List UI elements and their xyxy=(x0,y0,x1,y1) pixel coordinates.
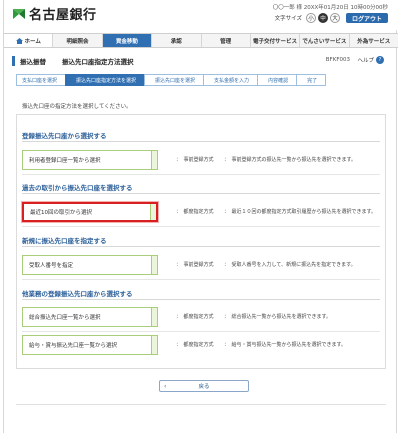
option-label: 総合振込先口座一覧から選択 xyxy=(29,315,101,321)
select-from-general-transfer-button[interactable]: 総合振込先口座一覧から選択 xyxy=(22,307,158,327)
option-row: 受取人番号を指定 ： 事前登録方式 ： 受取人番号を入力して、新規に振込先を指定… xyxy=(22,255,380,275)
specify-recipient-number-button[interactable]: 受取人番号を指定 xyxy=(22,255,158,275)
row-divider xyxy=(22,226,380,227)
nav-management[interactable]: 管理 xyxy=(202,34,251,47)
section-title-past-transactions: 過去の取引から振込先口座を選択する xyxy=(22,184,133,192)
page-title: 振込振替 xyxy=(20,58,46,66)
option-description: ： 事前登録方式の振込先一覧から振込先を選択できます。 xyxy=(224,157,357,163)
option-description: ： 給与・賞与振込先一覧から振込先を選択できます。 xyxy=(224,342,347,348)
nav-e-delivery[interactable]: 電子交付サービス xyxy=(251,34,301,47)
help-label: ヘルプ xyxy=(357,58,374,64)
step-2: 振込先口座指定方法を選択 xyxy=(65,74,146,86)
section-divider xyxy=(22,299,380,300)
section-title-registered: 登録振込先口座から選択する xyxy=(22,132,107,140)
page-subtitle: 振込先口座指定方法選択 xyxy=(62,58,134,66)
chevron-left-icon: ‹ xyxy=(164,383,167,390)
section-title-other-services: 他業務の登録振込先口座から選択する xyxy=(22,290,133,298)
top-header: 名古屋銀行 〇〇一郎 様 20XX年01月20日 10時00分00秒 文字サイズ… xyxy=(4,0,398,30)
user-info: 〇〇一郎 様 20XX年01月20日 10時00分00秒 xyxy=(272,5,388,11)
option-label: 受取人番号を指定 xyxy=(29,263,74,269)
row-divider xyxy=(22,174,380,175)
select-from-salary-bonus-button[interactable]: 給与・賞与振込先口座一覧から選択 xyxy=(22,335,158,355)
help-link[interactable]: ヘルプ ? xyxy=(357,56,384,64)
option-label: 利用者登録口座一覧から選択 xyxy=(29,158,101,164)
chevron-icon xyxy=(150,204,156,220)
option-label: 最近10回の取引から選択 xyxy=(30,210,92,216)
section-title-new: 新規に振込先口座を指定する xyxy=(22,237,107,245)
step-3: 振込先口座を選択 xyxy=(144,74,205,86)
back-label: 戻る xyxy=(198,384,210,390)
row-divider xyxy=(22,279,380,280)
step-4: 支払金額を入力 xyxy=(203,74,259,86)
nav-home[interactable]: ホーム xyxy=(4,34,54,47)
chevron-icon xyxy=(151,151,157,169)
section-divider xyxy=(22,193,380,194)
step-indicator: 支払口座を選択 振込先口座指定方法を選択 振込先口座を選択 支払金額を入力 内容… xyxy=(16,74,327,86)
global-nav: ホーム 明細照会 資金移動 承認 管理 電子交付サービス でんさいサービス 外為… xyxy=(4,33,398,48)
option-method: ： 事前登録方式 xyxy=(176,157,214,163)
back-button[interactable]: ‹ 戻る xyxy=(159,380,249,392)
logout-button[interactable]: ログアウト xyxy=(345,13,388,23)
bank-logo-icon xyxy=(12,6,26,21)
home-icon xyxy=(15,37,23,44)
font-size-large-button[interactable]: 大 xyxy=(329,13,340,23)
option-method: ： 都度指定方式 xyxy=(176,342,214,348)
section-divider xyxy=(22,246,380,247)
section-divider xyxy=(22,141,380,142)
option-method: ： 都度指定方式 xyxy=(176,314,214,320)
footer-divider xyxy=(16,404,386,405)
option-description: ： 総合振込先一覧から振込先を選択できます。 xyxy=(224,314,332,320)
chevron-icon xyxy=(151,308,157,326)
option-row: 給与・賞与振込先口座一覧から選択 ： 都度指定方式 ： 給与・賞与振込先一覧から… xyxy=(22,335,380,355)
nav-densai[interactable]: でんさいサービス xyxy=(300,34,350,47)
option-method: ： 事前登録方式 xyxy=(176,262,214,268)
nav-forex[interactable]: 外為サービス xyxy=(350,34,398,47)
chevron-icon xyxy=(151,336,157,354)
font-size-medium-button[interactable]: 中 xyxy=(317,13,328,23)
option-label: 給与・賞与振込先口座一覧から選択 xyxy=(29,343,118,349)
step-5: 内容確認 xyxy=(257,74,298,86)
bank-logo[interactable]: 名古屋銀行 xyxy=(12,4,97,23)
nav-approval[interactable]: 承認 xyxy=(152,34,202,47)
option-method: ： 都度指定方式 xyxy=(176,209,214,215)
screen-id: BFKF003 xyxy=(325,57,350,63)
chevron-icon xyxy=(151,256,157,274)
page-frame: 名古屋銀行 〇〇一郎 様 20XX年01月20日 10時00分00秒 文字サイズ… xyxy=(3,0,398,433)
row-divider xyxy=(22,331,380,332)
font-size-controls: 文字サイズ 小 中 大 ログアウト xyxy=(275,13,388,23)
help-icon: ? xyxy=(376,56,384,64)
step-6: 完了 xyxy=(296,74,327,86)
title-accent xyxy=(12,56,15,66)
option-description: ： 受取人番号を入力して、新規に振込先を指定できます。 xyxy=(224,262,356,268)
select-from-recent-10-button[interactable]: 最近10回の取引から選択 xyxy=(22,202,158,222)
bank-name: 名古屋銀行 xyxy=(29,8,97,23)
nav-statements[interactable]: 明細照会 xyxy=(53,34,103,47)
page-title-bar: 振込振替 振込先口座指定方法選択 BFKF003 ヘルプ ? xyxy=(12,55,390,67)
font-size-small-button[interactable]: 小 xyxy=(305,13,316,23)
select-from-user-registered-button[interactable]: 利用者登録口座一覧から選択 xyxy=(22,150,158,170)
option-row: 最近10回の取引から選択 ： 都度指定方式 ： 最近１０回の都度指定方式取引履歴… xyxy=(22,202,380,222)
step-1: 支払口座を選択 xyxy=(16,74,67,86)
option-description: ： 最近１０回の都度指定方式取引履歴から振込先を選択できます。 xyxy=(224,209,377,215)
font-size-label: 文字サイズ xyxy=(274,16,302,22)
intro-text: 振込先口座の指定方法を選択してください。 xyxy=(22,104,132,110)
nav-fund-transfer[interactable]: 資金移動 xyxy=(102,34,153,47)
nav-home-label: ホーム xyxy=(24,38,41,45)
option-row: 利用者登録口座一覧から選択 ： 事前登録方式 ： 事前登録方式の振込先一覧から振… xyxy=(22,150,380,170)
option-row: 総合振込先口座一覧から選択 ： 都度指定方式 ： 総合振込先一覧から振込先を選択… xyxy=(22,307,380,327)
